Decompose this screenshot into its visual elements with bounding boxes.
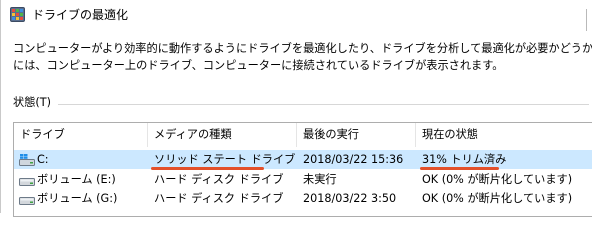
drive-list[interactable]: ドライブ メディアの種類 最後の実行 現在の状態 C: ソリッド ステート ドラ… bbox=[13, 122, 592, 217]
drive-name: ボリューム (G:) bbox=[37, 192, 118, 205]
media-type: ハード ディスク ドライブ bbox=[154, 173, 284, 186]
current-status: OK (0% が断片化しています) bbox=[422, 192, 573, 205]
optimize-drives-window: ドライブの最適化 コンピューターがより効率的に動作するようにドライブを最適化した… bbox=[0, 0, 592, 217]
last-run: 2018/03/22 3:50 bbox=[303, 192, 397, 205]
drive-list-header: ドライブ メディアの種類 最後の実行 現在の状態 bbox=[14, 123, 592, 147]
media-type: ハード ディスク ドライブ bbox=[154, 192, 284, 205]
drive-name: C: bbox=[37, 153, 49, 166]
hard-disk-icon bbox=[19, 178, 35, 186]
windows-drive-icon bbox=[19, 154, 35, 166]
description-line-1: コンピューターがより効率的に動作するようにドライブを最適化したり、ドライブを分析… bbox=[13, 42, 592, 55]
last-run: 2018/03/22 15:36 bbox=[303, 153, 404, 166]
window-edge bbox=[586, 9, 592, 31]
drive-row-c[interactable]: C: ソリッド ステート ドライブ 2018/03/22 15:36 31% ト… bbox=[14, 150, 592, 169]
column-header-current-status[interactable]: 現在の状態 bbox=[416, 123, 592, 147]
column-header-media-type[interactable]: メディアの種類 bbox=[148, 123, 297, 147]
description-line-2: には、コンピューター上のドライブ、コンピューターに接続されているドライブが表示さ… bbox=[13, 59, 504, 72]
drive-row-e[interactable]: ボリューム (E:) ハード ディスク ドライブ 未実行 OK (0% が断片化… bbox=[14, 170, 592, 189]
title-bar[interactable]: ドライブの最適化 bbox=[1, 0, 592, 31]
hard-disk-icon bbox=[19, 197, 35, 205]
status-section-header: 状態(T) bbox=[13, 96, 589, 112]
last-run: 未実行 bbox=[303, 173, 337, 186]
current-status: OK (0% が断片化しています) bbox=[422, 173, 573, 186]
drive-row-g[interactable]: ボリューム (G:) ハード ディスク ドライブ 2018/03/22 3:50… bbox=[14, 189, 592, 208]
defrag-app-icon bbox=[10, 7, 25, 22]
section-divider bbox=[58, 104, 589, 105]
description-text: コンピューターがより効率的に動作するようにドライブを最適化したり、ドライブを分析… bbox=[13, 40, 592, 74]
drive-name: ボリューム (E:) bbox=[37, 173, 116, 186]
status-section-label: 状態(T) bbox=[13, 96, 51, 109]
column-header-drive[interactable]: ドライブ bbox=[14, 123, 148, 147]
window-title: ドライブの最適化 bbox=[32, 8, 129, 22]
column-header-last-run[interactable]: 最後の実行 bbox=[297, 123, 416, 147]
